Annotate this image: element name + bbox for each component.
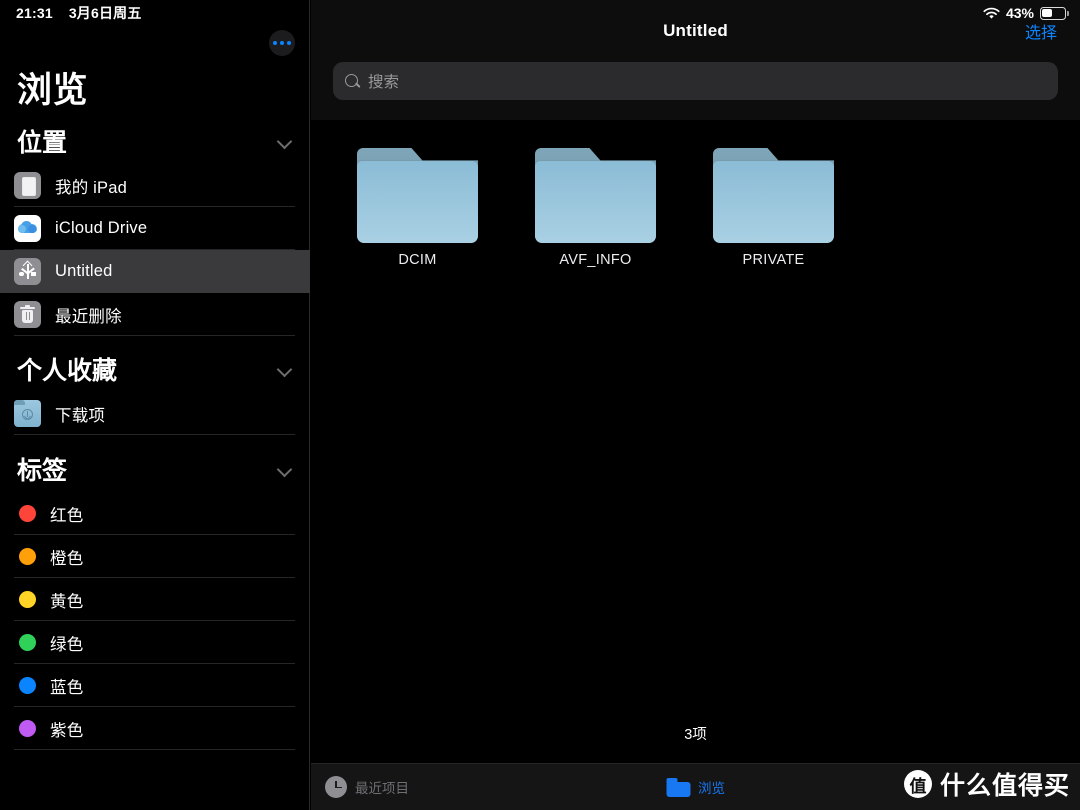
tab-label: 最近项目 bbox=[355, 781, 409, 796]
section-title: 个人收藏 bbox=[17, 357, 118, 385]
clock-icon bbox=[325, 776, 347, 798]
section-title: 标签 bbox=[17, 457, 68, 485]
chevron-down-icon[interactable] bbox=[278, 134, 292, 148]
sidebar-item-icloud-drive[interactable]: iCloud Drive bbox=[0, 207, 310, 250]
sidebar-item-label: 橙色 bbox=[50, 549, 84, 568]
watermark: 值 什么值得买 bbox=[903, 766, 1070, 802]
tag-dot-icon bbox=[19, 634, 36, 651]
search-icon bbox=[345, 73, 360, 89]
watermark-text: 什么值得买 bbox=[939, 772, 1070, 800]
sidebar-item-tag-orange[interactable]: 橙色 bbox=[0, 535, 310, 578]
sidebar-item-label: 最近删除 bbox=[55, 307, 122, 326]
more-options-button[interactable] bbox=[269, 30, 295, 56]
sidebar-scroll: 位置 我的 iPad iCloud Drive Untitled 最近删除 个人… bbox=[0, 118, 310, 810]
sidebar-item-recently-deleted[interactable]: 最近删除 bbox=[0, 293, 310, 336]
tag-dot-icon bbox=[19, 548, 36, 565]
sidebar-item-label: 黄色 bbox=[50, 592, 84, 611]
sidebar-title: 浏览 bbox=[17, 71, 89, 110]
sidebar-item-label: iCloud Drive bbox=[55, 219, 148, 237]
sidebar-item-tag-purple[interactable]: 紫色 bbox=[0, 707, 310, 750]
dot bbox=[280, 41, 284, 45]
tab-browse[interactable]: 浏览 bbox=[666, 777, 725, 797]
row-separator bbox=[14, 335, 295, 336]
file-item-private[interactable]: PRIVATE bbox=[713, 148, 834, 268]
ipad-icon bbox=[14, 172, 41, 199]
tag-dot-icon bbox=[19, 720, 36, 737]
sidebar-item-my-ipad[interactable]: 我的 iPad bbox=[0, 164, 310, 207]
sidebar-item-label: 蓝色 bbox=[50, 678, 84, 697]
tag-dot-icon bbox=[19, 505, 36, 522]
sidebar-item-label: 绿色 bbox=[50, 635, 84, 654]
icloud-icon bbox=[14, 215, 41, 242]
sidebar-item-label: Untitled bbox=[55, 262, 113, 280]
status-time: 21:31 bbox=[16, 5, 53, 21]
trash-icon bbox=[14, 301, 41, 328]
watermark-badge: 值 bbox=[903, 770, 932, 798]
item-count: 3项 bbox=[684, 727, 707, 743]
tab-recents[interactable]: 最近项目 bbox=[325, 776, 409, 798]
chevron-down-icon[interactable] bbox=[278, 462, 292, 476]
tag-dot-icon bbox=[19, 677, 36, 694]
wifi-icon bbox=[983, 7, 1000, 20]
sidebar-item-untitled[interactable]: Untitled bbox=[0, 250, 310, 293]
sidebar-item-tag-red[interactable]: 红色 bbox=[0, 492, 310, 535]
sidebar-item-label: 红色 bbox=[50, 506, 84, 525]
row-separator bbox=[14, 749, 295, 750]
file-item-label: DCIM bbox=[398, 252, 437, 268]
search-bar-container: 搜索 bbox=[311, 62, 1080, 120]
usb-drive-icon bbox=[14, 258, 41, 285]
status-bar: 21:31 3月6日周五 43% bbox=[0, 0, 1080, 26]
row-separator bbox=[14, 434, 295, 435]
sidebar-item-tag-yellow[interactable]: 黄色 bbox=[0, 578, 310, 621]
battery-percent: 43% bbox=[1005, 5, 1034, 21]
main-content: Untitled 选择 搜索 DCIM AVF_INFO PRIVATE 3项 bbox=[311, 0, 1080, 810]
sidebar-section-tags[interactable]: 标签 bbox=[0, 446, 310, 492]
ipad-files-app: 21:31 3月6日周五 43% 浏览 位置 我的 iPad iCloud Dr… bbox=[0, 0, 1080, 810]
folder-icon bbox=[357, 148, 478, 243]
sidebar-section-favorites[interactable]: 个人收藏 bbox=[0, 346, 310, 392]
folder-icon bbox=[666, 777, 690, 797]
folder-icon bbox=[713, 148, 834, 243]
chevron-down-icon[interactable] bbox=[278, 362, 292, 376]
file-item-dcim[interactable]: DCIM bbox=[357, 148, 478, 268]
battery-icon bbox=[1040, 6, 1069, 20]
sidebar-item-label: 紫色 bbox=[50, 721, 84, 740]
sidebar-item-label: 下载项 bbox=[55, 406, 106, 425]
downloads-folder-icon bbox=[14, 400, 41, 427]
file-item-label: AVF_INFO bbox=[559, 252, 632, 268]
sidebar-item-tag-blue[interactable]: 蓝色 bbox=[0, 664, 310, 707]
sidebar-item-label: 我的 iPad bbox=[55, 178, 128, 197]
sidebar-item-tag-green[interactable]: 绿色 bbox=[0, 621, 310, 664]
search-input[interactable]: 搜索 bbox=[333, 62, 1058, 100]
search-placeholder: 搜索 bbox=[368, 74, 400, 91]
folder-icon bbox=[535, 148, 656, 243]
tab-label: 浏览 bbox=[698, 781, 725, 796]
section-title: 位置 bbox=[17, 129, 68, 157]
file-item-avf-info[interactable]: AVF_INFO bbox=[535, 148, 656, 268]
sidebar-item-downloads[interactable]: 下载项 bbox=[0, 392, 310, 435]
tag-dot-icon bbox=[19, 591, 36, 608]
sidebar-section-locations[interactable]: 位置 bbox=[0, 118, 310, 164]
status-date: 3月6日周五 bbox=[68, 5, 142, 21]
status-bar-left: 21:31 3月6日周五 bbox=[16, 3, 142, 23]
dot bbox=[273, 41, 277, 45]
sidebar: 浏览 位置 我的 iPad iCloud Drive Untitled 最近删除… bbox=[0, 0, 310, 810]
file-grid: DCIM AVF_INFO PRIVATE bbox=[311, 120, 1080, 268]
status-bar-right: 43% bbox=[983, 5, 1069, 21]
dot bbox=[287, 41, 291, 45]
file-item-label: PRIVATE bbox=[742, 252, 805, 268]
